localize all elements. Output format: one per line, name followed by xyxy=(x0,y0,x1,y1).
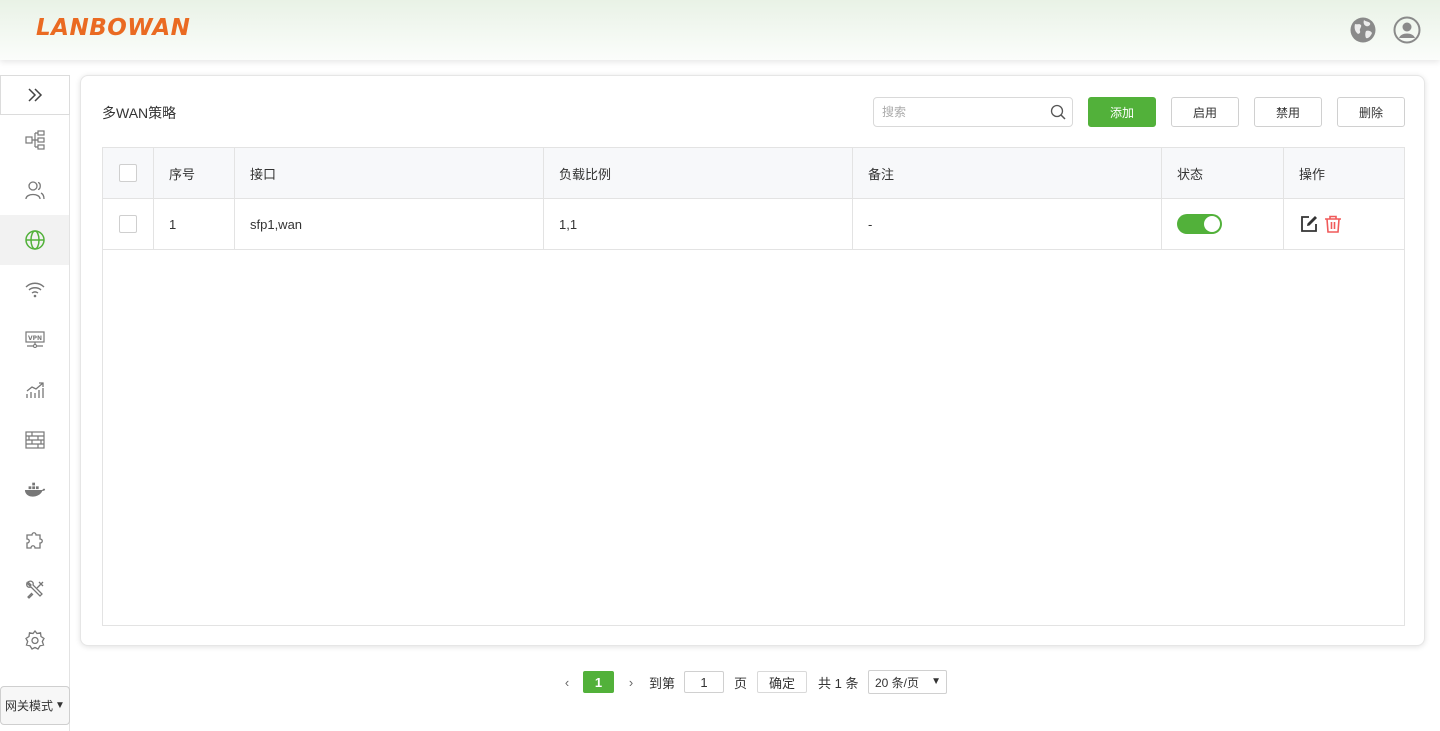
sidebar-collapse-button[interactable] xyxy=(0,75,70,115)
globe-icon xyxy=(24,230,45,250)
sidebar-item-firewall[interactable] xyxy=(0,415,69,465)
sidebar-item-wifi[interactable] xyxy=(0,265,69,315)
docker-icon xyxy=(24,482,45,497)
sidebar-item-internet[interactable] xyxy=(0,215,69,265)
page-size-value: 20 条/页 xyxy=(875,675,920,690)
chevron-down-icon: ▼ xyxy=(931,676,941,687)
row-note: - xyxy=(853,199,1162,249)
page-number-input[interactable] xyxy=(684,671,724,693)
next-page-button[interactable]: › xyxy=(624,670,638,694)
sidebar-item-traffic[interactable] xyxy=(0,365,69,415)
page-label: 页 xyxy=(734,675,748,691)
search-icon[interactable] xyxy=(1050,104,1066,120)
prev-page-button[interactable]: ‹ xyxy=(560,670,574,694)
firewall-icon xyxy=(24,431,45,449)
column-header-load-ratio: 负载比例 xyxy=(544,148,853,198)
column-header-note: 备注 xyxy=(853,148,1162,198)
row-no: 1 xyxy=(154,199,235,249)
column-header-interface: 接口 xyxy=(235,148,544,198)
network-topology-icon xyxy=(24,130,45,150)
sidebar: VPN 网关模式 ▼ xyxy=(0,75,70,731)
pagination: ‹ 1 › 到第 页 确定 共 1 条 20 条/页 ▼ xyxy=(0,670,1440,696)
column-header-actions: 操作 xyxy=(1299,166,1326,182)
main-card: 多WAN策略 添加 启用 禁用 删除 序号 接口 负载比例 备注 状态 操作 1 xyxy=(80,75,1425,646)
column-header-status: 状态 xyxy=(1162,148,1284,198)
delete-button[interactable]: 删除 xyxy=(1337,97,1405,127)
status-toggle[interactable] xyxy=(1177,214,1222,234)
toggle-knob xyxy=(1204,216,1220,232)
globe-icon[interactable] xyxy=(1349,16,1377,44)
logo: LANBOWAN xyxy=(36,15,191,41)
double-chevron-right-icon xyxy=(28,88,43,102)
user-avatar-icon[interactable] xyxy=(1393,16,1421,44)
goto-label: 到第 xyxy=(649,675,676,691)
policy-table: 序号 接口 负载比例 备注 状态 操作 1 sfp1,wan 1,1 - xyxy=(102,147,1405,626)
row-checkbox-cell xyxy=(103,199,154,249)
gear-icon xyxy=(24,629,45,650)
trash-icon[interactable] xyxy=(1323,214,1343,234)
top-header: LANBOWAN xyxy=(0,0,1440,60)
row-load-ratio: 1,1 xyxy=(544,199,853,249)
confirm-page-button[interactable]: 确定 xyxy=(757,671,807,693)
search-box[interactable] xyxy=(873,97,1073,127)
vpn-icon: VPN xyxy=(24,331,45,348)
users-icon xyxy=(24,181,45,200)
sidebar-item-plugins[interactable] xyxy=(0,515,69,565)
header-checkbox-cell xyxy=(103,148,154,198)
mode-select-value: 网关模式 xyxy=(5,699,54,713)
chevron-down-icon: ▼ xyxy=(55,700,65,711)
enable-button[interactable]: 启用 xyxy=(1171,97,1239,127)
row-actions-cell xyxy=(1284,199,1404,249)
page-size-select[interactable]: 20 条/页 ▼ xyxy=(868,670,947,694)
table-header: 序号 接口 负载比例 备注 状态 操作 xyxy=(103,148,1404,199)
row-status-cell xyxy=(1162,199,1284,249)
sidebar-item-users[interactable] xyxy=(0,165,69,215)
sidebar-item-docker[interactable] xyxy=(0,465,69,515)
disable-button[interactable]: 禁用 xyxy=(1254,97,1322,127)
sidebar-item-settings[interactable] xyxy=(0,615,69,665)
sidebar-item-topology[interactable] xyxy=(0,115,69,165)
add-button[interactable]: 添加 xyxy=(1088,97,1156,127)
tools-icon xyxy=(25,580,43,599)
wifi-icon xyxy=(25,282,44,298)
total-count: 共 1 条 xyxy=(818,675,859,691)
current-page-button[interactable]: 1 xyxy=(583,671,614,693)
svg-text:VPN: VPN xyxy=(27,335,41,342)
page-title: 多WAN策略 xyxy=(102,105,177,121)
table-row: 1 sfp1,wan 1,1 - xyxy=(103,199,1404,250)
puzzle-icon xyxy=(25,532,43,549)
column-header-no: 序号 xyxy=(154,148,235,198)
chart-icon xyxy=(25,382,44,398)
sidebar-item-vpn[interactable]: VPN xyxy=(0,315,69,365)
search-input[interactable] xyxy=(882,103,1042,121)
row-checkbox[interactable] xyxy=(119,215,137,233)
row-interface: sfp1,wan xyxy=(235,199,544,249)
edit-icon[interactable] xyxy=(1299,214,1319,234)
select-all-checkbox[interactable] xyxy=(119,164,137,182)
sidebar-item-tools[interactable] xyxy=(0,565,69,615)
